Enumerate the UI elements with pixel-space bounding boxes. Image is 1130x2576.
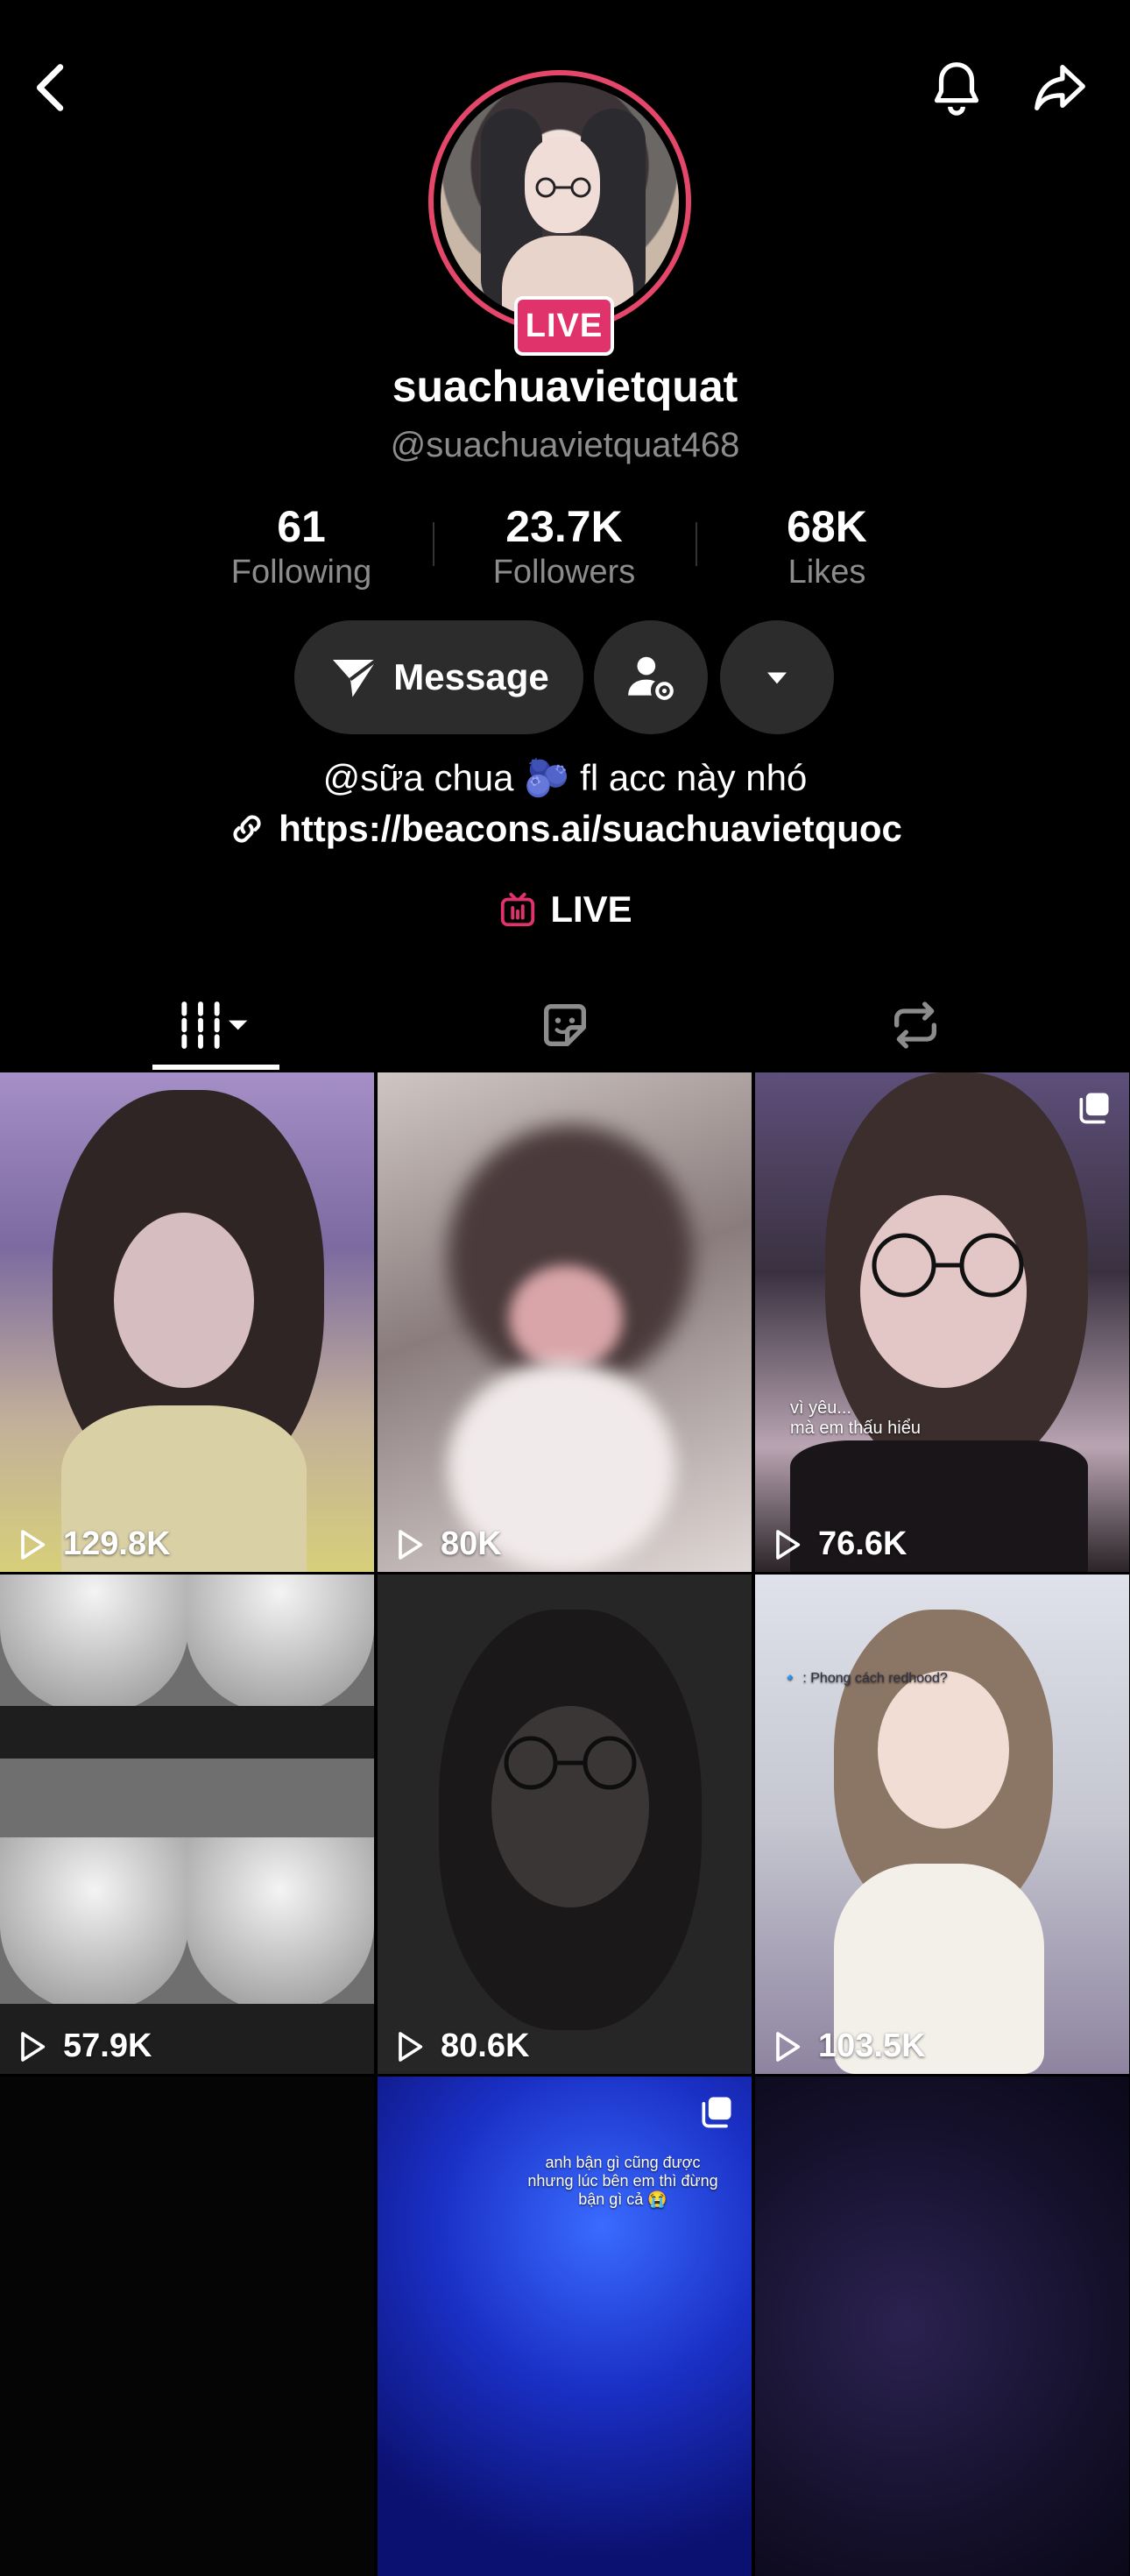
play-icon: [21, 2031, 46, 2062]
play-icon: [776, 2031, 801, 2062]
stat-likes-label: Likes: [787, 554, 866, 591]
video-caption: vì yêu... mà em thấu hiểu: [790, 1398, 921, 1438]
video-thumbnail[interactable]: [755, 2077, 1129, 2576]
stat-followers[interactable]: 23.7K Followers: [450, 501, 678, 592]
view-count-value: 80K: [441, 1525, 502, 1562]
link-icon: [233, 815, 261, 843]
caret-down-icon: [767, 672, 787, 684]
video-caption: 🔹 : Phong cách redhood?: [781, 1671, 948, 1686]
videos-grid-icon: [181, 1001, 248, 1049]
stat-likes[interactable]: 68K Likes: [713, 501, 941, 592]
play-icon: [776, 1529, 801, 1560]
play-icon: [21, 1529, 46, 1560]
video-thumbnail[interactable]: 57.9K: [0, 1575, 374, 2074]
multi-photo-icon: [702, 2097, 731, 2128]
video-thumbnail[interactable]: vì yêu... mà em thấu hiểu 76.6K: [755, 1072, 1129, 1572]
view-count: 76.6K: [769, 1525, 907, 1563]
avatar-image: [441, 82, 679, 321]
username-handle: @suachuavietquat468: [390, 426, 740, 464]
more-options-button[interactable]: [720, 620, 834, 734]
play-icon: [399, 1529, 423, 1560]
view-count: 80K: [392, 1525, 502, 1563]
active-tab-indicator: [152, 1065, 279, 1070]
message-button-label: Message: [393, 656, 549, 697]
paper-plane-icon: [333, 658, 378, 697]
message-button[interactable]: Message: [294, 620, 583, 734]
tab-reposts[interactable]: [727, 981, 1104, 1069]
friends-settings-button[interactable]: [594, 620, 708, 734]
stat-following-value: 61: [277, 502, 326, 551]
bio-text: @sữa chua 🫐 fl acc này nhó: [322, 757, 808, 798]
chevron-left-icon: [36, 64, 64, 111]
view-count-value: 129.8K: [63, 1525, 171, 1562]
play-icon: [399, 2031, 423, 2062]
video-thumbnail[interactable]: 80K: [378, 1072, 752, 1572]
multi-photo-icon: [1079, 1093, 1109, 1124]
stat-divider: [696, 522, 697, 566]
bell-icon: [934, 62, 979, 116]
share-arrow-icon: [1035, 65, 1085, 110]
tab-stickers[interactable]: [377, 981, 753, 1069]
video-caption: anh bận gì cũng được nhưng lúc bên em th…: [527, 2154, 718, 2208]
stat-followers-label: Followers: [492, 554, 636, 591]
stat-likes-value: 68K: [787, 502, 867, 551]
stickers-icon: [544, 1004, 586, 1046]
view-count: 129.8K: [14, 1525, 171, 1563]
share-button[interactable]: [1021, 48, 1099, 127]
tab-videos[interactable]: [26, 981, 403, 1069]
view-count-value: 103.5K: [818, 2028, 926, 2064]
video-thumbnail[interactable]: [0, 2077, 374, 2576]
stat-following[interactable]: 61 Following: [187, 501, 415, 592]
view-count-value: 76.6K: [818, 1525, 908, 1562]
back-button[interactable]: [13, 48, 92, 127]
view-count: 103.5K: [769, 2028, 926, 2065]
display-name: suachuavietquat: [392, 362, 738, 411]
video-thumbnail[interactable]: anh bận gì cũng được nhưng lúc bên em th…: [378, 2077, 752, 2576]
view-count: 80.6K: [392, 2028, 529, 2065]
video-thumbnail[interactable]: 80.6K: [378, 1575, 752, 2074]
view-count: 57.9K: [14, 2028, 152, 2065]
reposts-icon: [894, 1001, 936, 1049]
live-link[interactable]: LIVE: [0, 888, 1130, 931]
stat-followers-value: 23.7K: [505, 502, 623, 551]
tv-icon: [501, 892, 535, 927]
view-count-value: 57.9K: [63, 2028, 152, 2064]
video-thumbnail[interactable]: 🔹 : Phong cách redhood? 103.5K: [755, 1575, 1129, 2074]
view-count-value: 80.6K: [441, 2028, 530, 2064]
notifications-button[interactable]: [917, 48, 996, 127]
stat-divider: [433, 522, 434, 566]
video-thumbnail[interactable]: 129.8K: [0, 1072, 374, 1572]
bio-link-text: https://beacons.ai/suachuavietquoc: [279, 808, 902, 849]
bio-link[interactable]: https://beacons.ai/suachuavietquoc: [0, 808, 1130, 850]
profile-avatar[interactable]: [428, 70, 691, 333]
stat-following-label: Following: [230, 554, 372, 591]
live-badge[interactable]: LIVE: [514, 296, 614, 356]
person-gear-icon: [628, 656, 674, 700]
live-link-label: LIVE: [550, 888, 632, 930]
